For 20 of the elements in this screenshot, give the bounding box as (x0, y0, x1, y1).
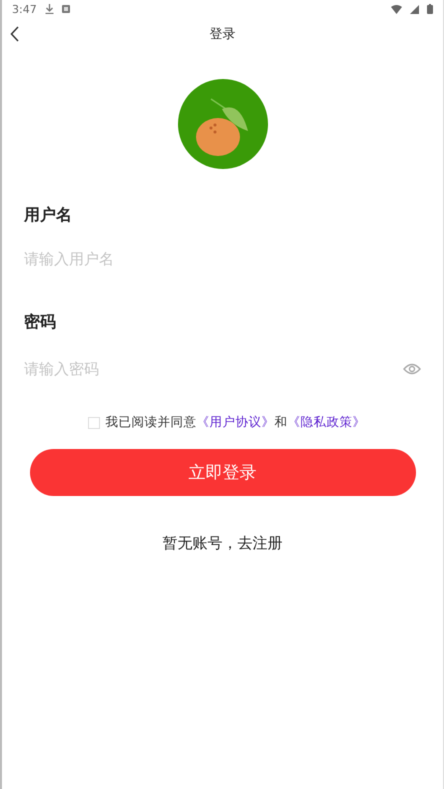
status-time: 3:47 (12, 2, 37, 16)
username-input[interactable]: 请输入用户名 (24, 250, 421, 268)
fruit-logo-icon (178, 79, 268, 169)
password-label: 密码 (24, 312, 56, 333)
battery-icon (427, 4, 433, 14)
password-input[interactable]: 请输入密码 (24, 357, 403, 381)
signal-icon (410, 4, 419, 14)
notification-icon (62, 5, 70, 13)
agreement-checkbox[interactable] (88, 416, 100, 428)
page-title: 登录 (210, 26, 236, 43)
agreement-text: 我已阅读并同意《用户协议》和《隐私政策》 (106, 414, 366, 431)
user-agreement-link[interactable]: 《用户协议》 (196, 414, 274, 429)
username-label: 用户名 (24, 205, 72, 226)
show-password-icon[interactable] (403, 363, 421, 375)
register-link[interactable]: 暂无账号，去注册 (162, 534, 282, 553)
back-button[interactable] (10, 26, 20, 42)
login-button[interactable]: 立即登录 (30, 449, 416, 496)
wifi-icon (391, 4, 402, 14)
download-icon (44, 4, 54, 14)
privacy-policy-link[interactable]: 《隐私政策》 (288, 414, 366, 429)
